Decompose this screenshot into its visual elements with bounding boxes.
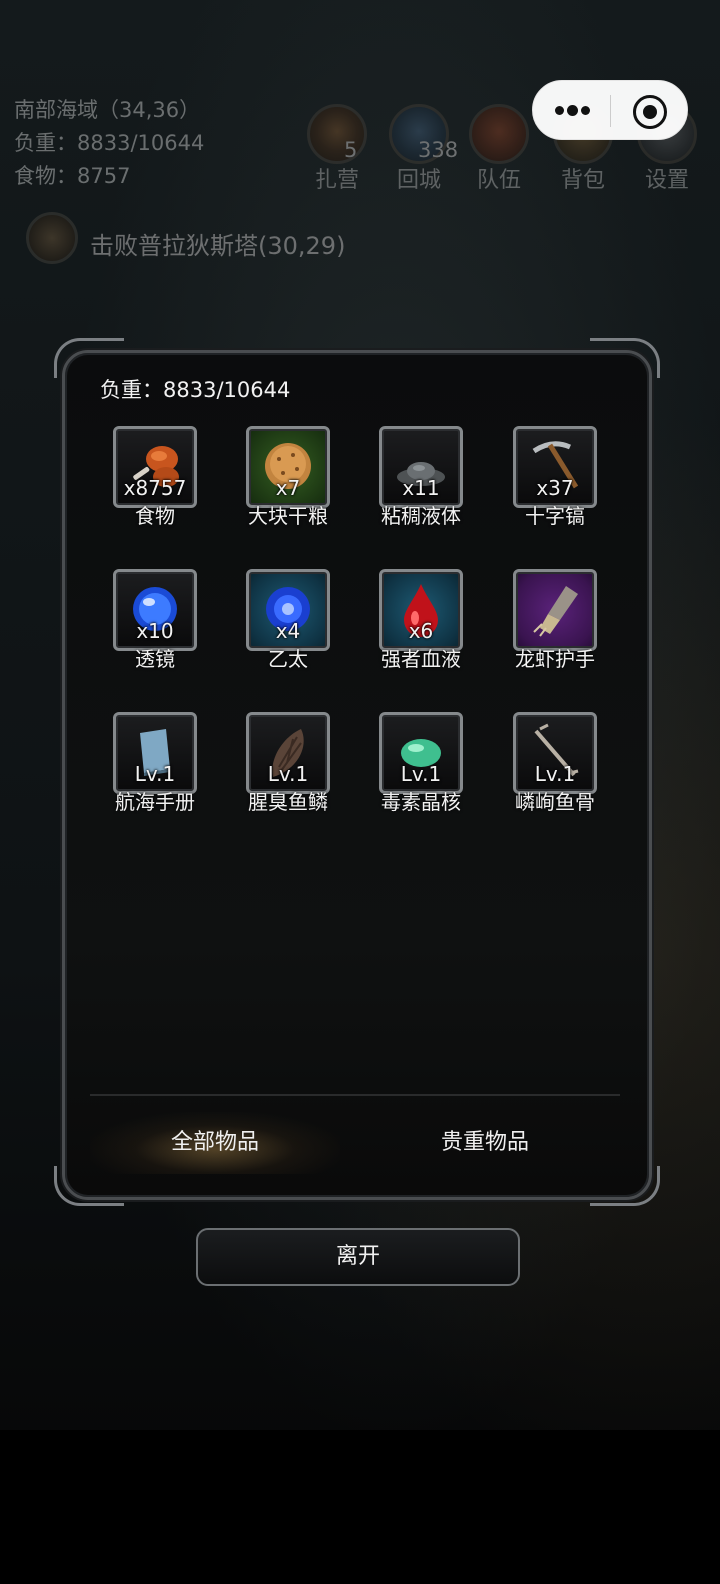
item-name: 粘稠液体	[381, 504, 461, 528]
item-name: 食物	[135, 504, 175, 528]
backpack-label: 背包	[560, 168, 605, 193]
item-name: 航海手册	[115, 790, 195, 814]
item-count: Lv.1	[534, 762, 576, 786]
return-city-button[interactable]: 338 回城	[386, 104, 459, 194]
item-name: 嶙峋鱼骨	[515, 790, 595, 814]
food-text: 食物：8757	[14, 164, 131, 188]
status-info: 南部海域（34,36） 负重：8833/10644 食物：8757	[14, 94, 204, 193]
item-count: x37	[536, 476, 574, 500]
inventory-item[interactable]: Lv.1 航海手册	[88, 712, 222, 822]
item-name: 透镜	[135, 647, 175, 671]
inventory-item[interactable]: x4 乙太	[221, 569, 355, 679]
inventory-tabs: 全部物品 贵重物品	[90, 1094, 620, 1180]
item-name: 大块干粮	[248, 504, 328, 528]
item-count: Lv.1	[134, 762, 176, 786]
inventory-item[interactable]: Lv.1 嶙峋鱼骨	[488, 712, 622, 822]
quest-text: 击败普拉狄斯塔(30,29)	[90, 232, 346, 260]
item-count: x4	[275, 619, 301, 643]
location-text: 南部海域（34,36）	[14, 98, 201, 122]
camp-count: 5	[344, 138, 358, 162]
inventory-item[interactable]: x7 大块干粮	[221, 426, 355, 536]
inventory-item[interactable]: Lv.1 毒素晶核	[354, 712, 488, 822]
item-name: 龙虾护手	[515, 647, 595, 671]
leave-button[interactable]: 离开	[196, 1228, 520, 1286]
capsule-divider	[610, 95, 611, 127]
inventory-item[interactable]: x8757 食物	[88, 426, 222, 536]
item-name: 毒素晶核	[381, 790, 461, 814]
item-count: x7	[275, 476, 301, 500]
item-count: Lv.1	[267, 762, 309, 786]
quest-icon	[26, 212, 78, 264]
inventory-weight: 负重：8833/10644	[100, 378, 291, 402]
item-count: x11	[402, 476, 440, 500]
inventory-item[interactable]: x6 强者血液	[354, 569, 488, 679]
game-screen: 南部海域（34,36） 负重：8833/10644 食物：8757 5 扎营 3…	[0, 0, 720, 1584]
tab-all-items[interactable]: 全部物品	[90, 1112, 340, 1174]
panel-corner-ornament	[54, 338, 124, 378]
camp-button[interactable]: 5 扎营	[304, 104, 374, 194]
team-icon	[469, 104, 529, 164]
return-city-label: 回城	[396, 168, 441, 193]
item-name: 强者血液	[381, 647, 461, 671]
weight-text: 负重：8833/10644	[14, 131, 205, 155]
team-label: 队伍	[476, 168, 521, 193]
inventory-item[interactable]: x10 透镜	[88, 569, 222, 679]
close-target-icon[interactable]	[633, 95, 667, 129]
item-name: 腥臭鱼鳞	[248, 790, 328, 814]
camp-label: 扎营	[314, 168, 359, 193]
settings-label: 设置	[644, 168, 689, 193]
item-count: Lv.1	[400, 762, 442, 786]
item-count: x10	[136, 619, 174, 643]
item-name: 乙太	[268, 647, 308, 671]
inventory-item[interactable]: x11 粘稠液体	[354, 426, 488, 536]
item-count: x6	[408, 619, 434, 643]
bottom-area	[0, 1430, 720, 1584]
inventory-item[interactable]: 龙虾护手	[488, 569, 622, 679]
gauntlet-icon	[533, 586, 578, 637]
tab-valuable-items[interactable]: 贵重物品	[360, 1112, 610, 1174]
item-name: 十字镐	[525, 504, 585, 528]
camp-icon	[307, 104, 367, 164]
panel-corner-ornament	[590, 338, 660, 378]
item-slot	[513, 569, 597, 651]
return-city-count: 338	[418, 138, 459, 162]
item-count: x8757	[123, 476, 187, 500]
inventory-item[interactable]: Lv.1 腥臭鱼鳞	[221, 712, 355, 822]
more-icon[interactable]	[551, 103, 595, 119]
mini-program-capsule	[532, 80, 688, 140]
inventory-item[interactable]: x37 十字镐	[488, 426, 622, 536]
team-button[interactable]: 队伍	[466, 104, 536, 194]
